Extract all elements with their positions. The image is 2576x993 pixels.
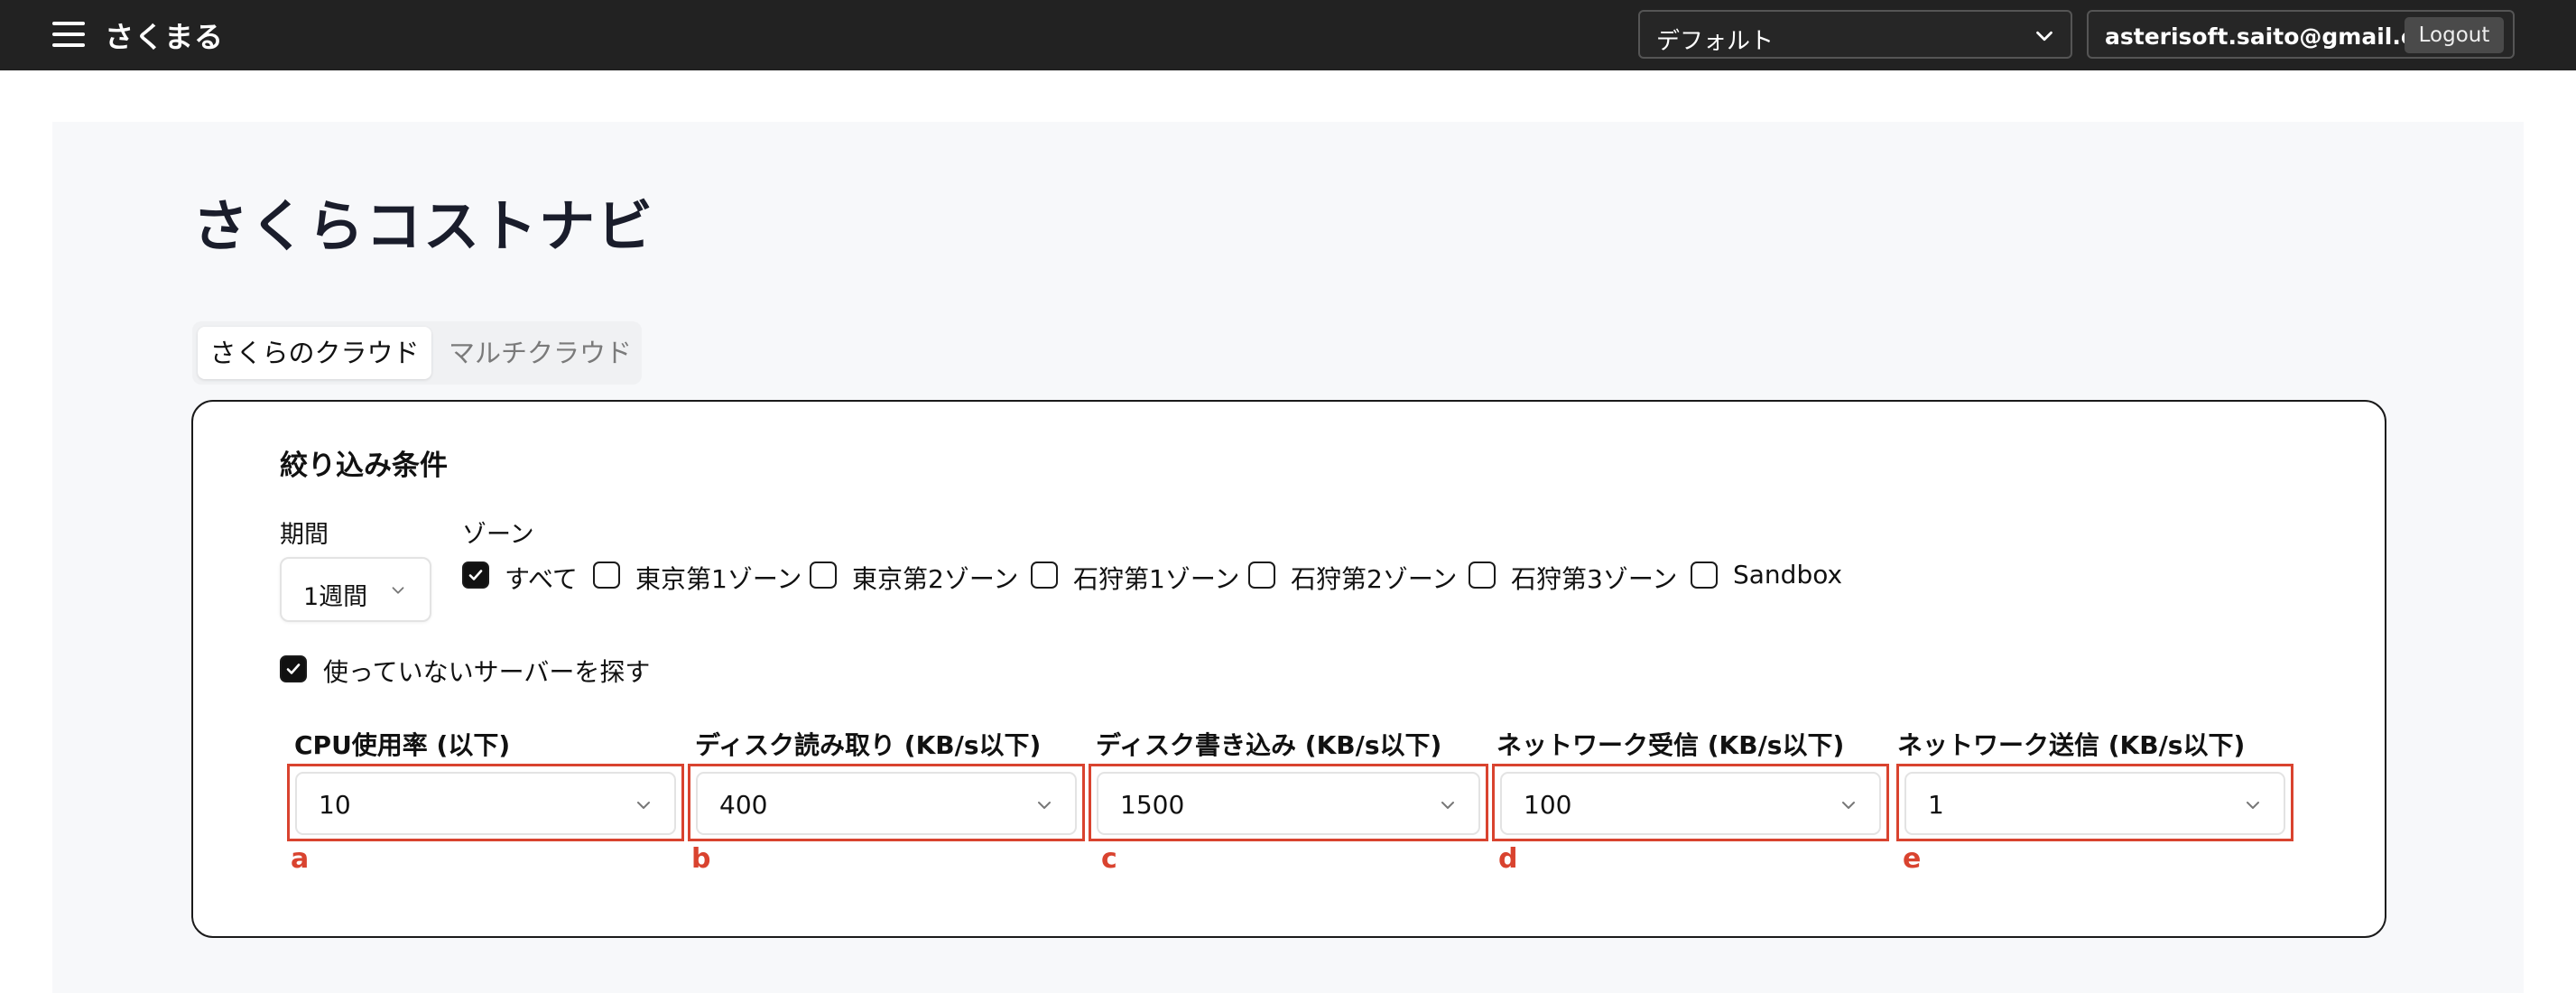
network-receive-threshold-value: 100 [1524, 790, 1572, 820]
disk-read-threshold-value: 400 [719, 790, 768, 820]
chevron-down-icon [392, 587, 404, 594]
period-label: 期間 [280, 521, 329, 549]
network-send-threshold-label: ネットワーク送信 (KB/s以下) [1897, 730, 2246, 760]
account-email: asterisoft.saito@gmail.com [2105, 23, 2453, 50]
cpu-threshold-label: CPU使用率 (以下) [294, 730, 511, 760]
zone-label-tokyo2: 東京第2ゾーン [852, 564, 1019, 594]
zone-label-ishikari1: 石狩第1ゾーン [1073, 564, 1240, 594]
disk-read-threshold-select[interactable]: 400 [696, 772, 1077, 835]
tab-bar: さくらのクラウド マルチクラウド [192, 321, 642, 385]
zone-label: ゾーン [462, 521, 534, 549]
zone-checkbox-tokyo2[interactable] [810, 561, 837, 589]
chevron-down-icon [1842, 802, 1855, 809]
disk-write-threshold-label: ディスク書き込み (KB/s以下) [1096, 730, 1442, 760]
zone-label-tokyo1: 東京第1ゾーン [635, 564, 802, 594]
period-select-value: 1週間 [303, 583, 368, 611]
network-receive-threshold-label: ネットワーク受信 (KB/s以下) [1496, 730, 1845, 760]
zone-label-ishikari3: 石狩第3ゾーン [1511, 564, 1678, 594]
zone-label-sandbox: Sandbox [1733, 560, 1843, 589]
profile-select[interactable]: デフォルト [1638, 10, 2072, 59]
marker-b: b [691, 843, 711, 875]
zone-checkbox-ishikari3[interactable] [1469, 561, 1496, 589]
checkmark-icon [468, 570, 483, 580]
cpu-threshold-value: 10 [319, 790, 351, 820]
unused-servers-checkbox[interactable] [280, 655, 307, 682]
tab-sakura-cloud[interactable]: さくらのクラウド [198, 327, 431, 379]
disk-write-threshold-select[interactable]: 1500 [1097, 772, 1480, 835]
chevron-down-icon [2247, 802, 2259, 809]
zone-checkbox-all[interactable] [462, 561, 489, 589]
marker-e: e [1903, 843, 1922, 875]
page-title: さくらコストナビ [192, 193, 655, 259]
zone-label-ishikari2: 石狩第2ゾーン [1291, 564, 1458, 594]
disk-read-threshold-label: ディスク読み取り (KB/s以下) [695, 730, 1042, 760]
marker-a: a [291, 843, 310, 875]
network-send-threshold-select[interactable]: 1 [1904, 772, 2285, 835]
logout-button[interactable]: Logout [2405, 17, 2504, 53]
zone-checkbox-ishikari2[interactable] [1248, 561, 1275, 589]
profile-select-value: デフォルト [1656, 28, 1774, 55]
zone-checkbox-sandbox[interactable] [1691, 561, 1718, 589]
cpu-threshold-select[interactable]: 10 [295, 772, 676, 835]
brand-name: さくまる [105, 20, 225, 54]
tab-multi-cloud[interactable]: マルチクラウド [449, 327, 638, 379]
network-send-threshold-value: 1 [1928, 790, 1944, 820]
marker-c: c [1101, 843, 1117, 875]
chevron-down-icon [637, 802, 650, 809]
period-select[interactable]: 1週間 [280, 557, 431, 622]
marker-d: d [1498, 843, 1518, 875]
zone-label-all: すべて [505, 564, 578, 594]
zone-checkbox-ishikari1[interactable] [1031, 561, 1058, 589]
account-box: asterisoft.saito@gmail.com Logout [2087, 10, 2515, 59]
network-receive-threshold-select[interactable]: 100 [1500, 772, 1881, 835]
filter-title: 絞り込み条件 [280, 450, 448, 482]
chevron-down-icon [2036, 31, 2052, 42]
zone-checkbox-tokyo1[interactable] [593, 561, 620, 589]
disk-write-threshold-value: 1500 [1120, 790, 1185, 820]
hamburger-icon[interactable] [52, 22, 88, 49]
chevron-down-icon [1441, 802, 1454, 809]
top-bar: さくまる デフォルト asterisoft.saito@gmail.com Lo… [0, 0, 2576, 70]
chevron-down-icon [1038, 802, 1051, 809]
unused-servers-label: 使っていないサーバーを探す [323, 657, 651, 687]
checkmark-icon [286, 664, 301, 674]
